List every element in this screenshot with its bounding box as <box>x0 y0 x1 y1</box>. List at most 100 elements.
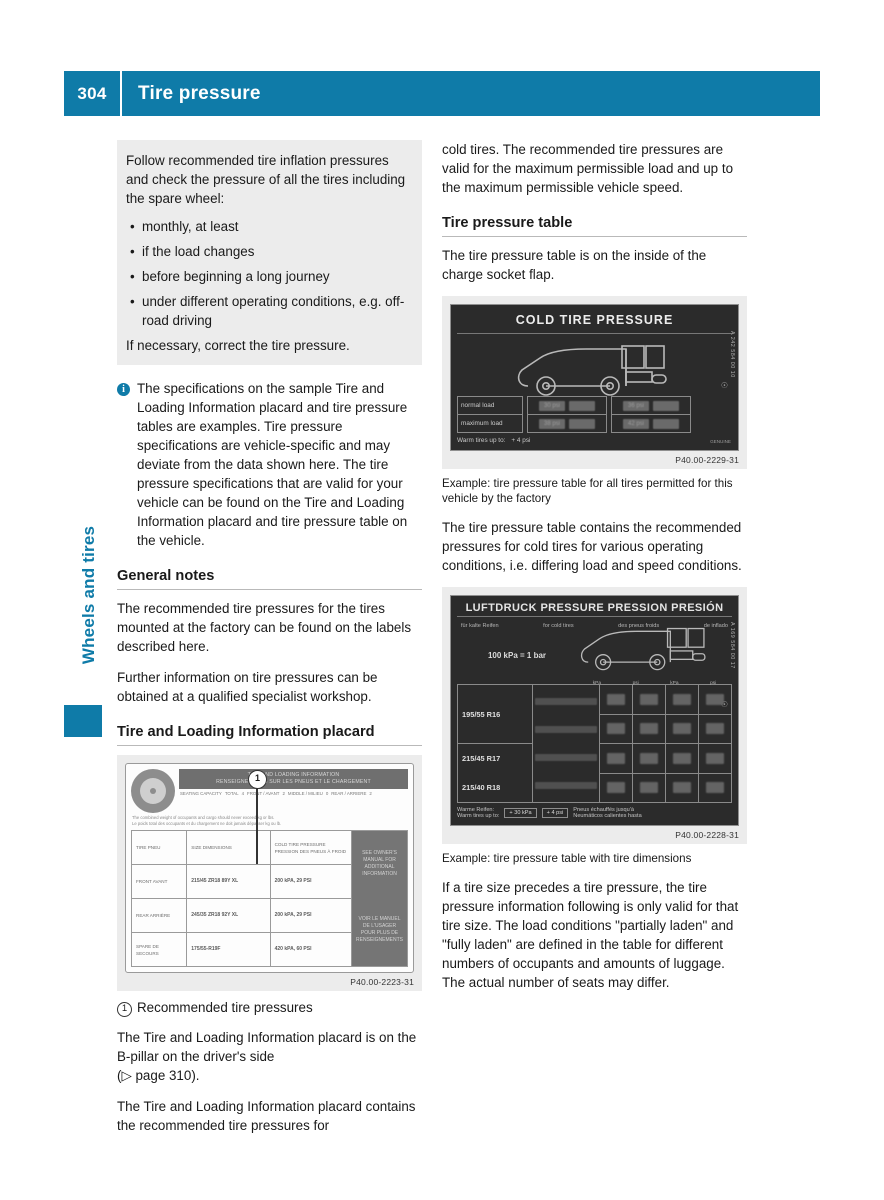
pressure-value-alt <box>653 400 679 411</box>
conversion-label: 100 kPa = 1 bar <box>487 650 547 660</box>
pressure-cell: 42 psi <box>612 415 690 432</box>
right-column: cold tires. The recommended tire pressur… <box>442 140 747 1004</box>
pressure-cell <box>633 744 665 774</box>
pressure-value: 36 psi <box>623 400 649 411</box>
pressure-value-alt <box>653 418 679 429</box>
list-item: under different operating conditions, e.… <box>126 292 413 330</box>
pressure-value-alt <box>569 400 595 411</box>
list-item: before beginning a long journey <box>126 267 413 286</box>
pressure-cell <box>633 774 665 803</box>
side-panel-fr: VOIR LE MANUEL DE L'USAGER POUR PLUS DE … <box>356 916 403 943</box>
sticker-rule <box>457 333 732 334</box>
pressure-cell <box>666 685 698 715</box>
heading-rule <box>117 589 422 590</box>
blurred-value <box>706 693 724 705</box>
placard-caption-row: 1 Recommended tire pressures <box>117 998 422 1017</box>
page-title: Tire pressure <box>138 82 261 104</box>
general-notes-paragraph-2: Further information on tire pressures ca… <box>117 670 378 704</box>
blurred-value <box>640 693 658 705</box>
warm-tires-labels-2: Pneus échauffés jusqu'à Neumáticos calie… <box>573 807 641 819</box>
placard-callout-line <box>256 786 258 864</box>
tire-pressure-table-paragraph: The tire pressure table is on the inside… <box>442 248 707 282</box>
blurred-value <box>640 752 658 764</box>
paragraph-after-figure-1: The tire pressure table contains the rec… <box>442 520 742 573</box>
table-header-cell: TIRE PNEU <box>132 831 187 865</box>
cross-reference[interactable]: (▷ page 310). <box>117 1068 200 1083</box>
seating-rear-label: REAR / ARRIERE <box>331 791 367 796</box>
table-cell-size: 175/55-R19F <box>191 946 221 952</box>
section-tab-marker <box>64 705 102 737</box>
pressure-cell <box>666 774 698 803</box>
table-row-label: REAR ARRIÈRE <box>132 899 187 933</box>
placard-paragraph-1-text: The Tire and Loading Information placard… <box>117 1030 417 1064</box>
warm-tires-value: + 4 psi <box>511 437 531 444</box>
placard-top: TIRE AND LOADING INFORMATION RENSEIGNEME… <box>131 769 408 813</box>
heading-rule <box>117 745 422 746</box>
recommendation-outro: If necessary, correct the tire pressure. <box>126 338 350 353</box>
placard-table: TIRE PNEU FRONT AVANT REAR ARRIÈRE SPARE… <box>131 830 408 967</box>
row-label-normal-load: normal load <box>458 397 522 415</box>
pressure-cell <box>633 685 665 715</box>
seating-label: SEATING CAPACITY <box>180 791 222 796</box>
warm-tires-label: Warm tires up to: <box>457 437 506 444</box>
figure-code: P40.00-2223-31 <box>350 977 414 987</box>
subtitle-en: for cold tires <box>543 623 574 629</box>
unit-header: kPa <box>592 680 602 686</box>
placard-heading: Tire and Loading Information placard <box>117 724 375 740</box>
warm-tires-es: Neumáticos calientes hasta <box>573 813 642 819</box>
placard-table-col-size: SIZE DIMENSIONS 215/45 ZR18 89Y XL 245/3… <box>187 831 271 966</box>
pressure-cell <box>699 744 731 774</box>
seating-middle-label: MIDDLE / MILIEU <box>287 791 323 796</box>
sticker2-title: LUFTDRUCK PRESSURE PRESSION PRESIÓN <box>465 602 724 614</box>
pressure-cell: 30 psi <box>528 397 606 415</box>
multilingual-pressure-sticker: LUFTDRUCK PRESSURE PRESSION PRESIÓN für … <box>450 595 739 826</box>
left-column: Follow recommended tire inflation pressu… <box>117 140 422 1147</box>
pressure-cell: 38 psi <box>528 415 606 432</box>
blurred-value <box>640 782 658 794</box>
pressure-column <box>633 685 666 802</box>
car-silhouette-icon <box>580 627 706 670</box>
band-line-2: RENSEIGNEMENTS SUR LES PNEUS ET LE CHARG… <box>216 779 371 785</box>
seating-total-label: TOTAL <box>224 791 239 796</box>
sticker2-middle: 100 kPa = 1 bar kPa psi kPa psi <box>457 627 732 686</box>
sticker-corner-text: GENUINE <box>710 439 731 444</box>
cold-tire-pressure-sticker: COLD TIRE PRESSURE A 242 584 00 10 ☉ nor… <box>450 304 739 451</box>
pressure-cell <box>600 774 632 803</box>
tire-size: 215/45 R17 <box>462 754 501 763</box>
tire-size: 195/55 R16 <box>458 685 532 744</box>
blurred-value <box>607 782 625 794</box>
tire-pressure-table-heading: Tire pressure table <box>442 215 573 231</box>
table-cell-pressure: 200 kPA, 29 PSI <box>270 899 352 933</box>
info-note: i The specifications on the sample Tire … <box>117 379 422 550</box>
tire-size: 215/40 R18 <box>462 783 501 792</box>
placard-figure: 1 TIRE AND LOADING INFORMATION RENSEIGNE… <box>117 755 422 991</box>
table-cell-pressure: 420 kPA, 60 PSI <box>274 946 312 952</box>
occupant-icon-row <box>535 725 597 733</box>
blurred-value <box>640 723 658 735</box>
info-note-text: The specifications on the sample Tire an… <box>137 381 408 548</box>
cold-tire-pressure-figure: COLD TIRE PRESSURE A 242 584 00 10 ☉ nor… <box>442 296 747 469</box>
table-row-label: SPARE DE SECOURS <box>136 943 159 956</box>
row-label-maximum-load: maximum load <box>461 420 503 427</box>
pressure-cell <box>699 715 731 744</box>
blurred-value <box>607 723 625 735</box>
blurred-value <box>673 693 691 705</box>
figure-1-caption: Example: tire pressure table for all tir… <box>442 477 733 505</box>
front-pressure-group: 30 psi 38 psi <box>527 396 607 433</box>
wheel-icon <box>131 769 175 813</box>
unit-headers: kPa psi kPa psi <box>577 680 732 686</box>
unit-header: psi <box>710 680 717 686</box>
occupant-icon-row <box>535 697 597 705</box>
band-line-1: TIRE AND LOADING INFORMATION <box>247 772 340 778</box>
tire-size-column: 195/55 R16 215/45 R17 215/40 R18 <box>458 685 533 802</box>
pressure-size-table: 195/55 R16 215/45 R17 215/40 R18 <box>457 684 732 803</box>
vehicle-illustration <box>457 338 732 396</box>
pressure-cells <box>600 685 731 802</box>
occupant-icon-row <box>535 754 597 762</box>
pressure-cell <box>633 715 665 744</box>
unit-header: psi <box>632 680 639 686</box>
pressure-cell <box>600 715 632 744</box>
pressure-column <box>666 685 699 802</box>
page-header: 304 Tire pressure <box>64 71 820 116</box>
blurred-value <box>607 693 625 705</box>
